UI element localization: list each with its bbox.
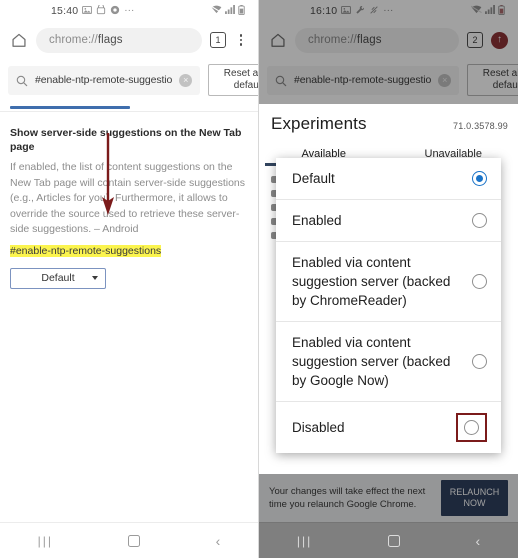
cellular-icon	[225, 5, 235, 17]
flag-id-row: #enable-ntp-remote-suggestions	[10, 241, 248, 259]
flag-description: If enabled, the list of content suggesti…	[10, 161, 246, 235]
experiments-header: Experiments 71.0.3578.99	[259, 104, 518, 136]
right-flag-search-row: #enable-ntp-remote-suggestio × Reset all…	[259, 58, 518, 104]
status-right-group	[470, 4, 509, 18]
address-bar[interactable]: chrome://flags	[295, 27, 459, 53]
tab-counter-button[interactable]: 1	[210, 32, 226, 48]
capture-icon	[96, 3, 106, 18]
dialog-option-label: Enabled via content suggestion server (b…	[292, 335, 451, 388]
back-button[interactable]: ‹	[216, 534, 221, 548]
address-bar[interactable]: chrome://flags	[36, 27, 202, 53]
recents-button[interactable]: |||	[297, 535, 312, 547]
search-query-text: #enable-ntp-remote-suggestio	[294, 74, 432, 86]
tab-counter-button[interactable]: 2	[467, 32, 483, 48]
page-title: Experiments	[271, 114, 367, 133]
kebab-menu-icon[interactable]	[234, 34, 248, 46]
chrome-icon	[110, 5, 120, 18]
url-text-suffix: flags	[356, 34, 382, 46]
reset-all-to-default-button[interactable]: Reset all to default	[208, 64, 258, 96]
relaunch-message: Your changes will take effect the next t…	[269, 486, 426, 510]
image-icon	[341, 5, 352, 18]
left-flag-entry: Show server-side suggestions on the New …	[0, 112, 258, 289]
recents-button[interactable]: |||	[38, 535, 53, 547]
wifi-icon	[210, 5, 222, 17]
relaunch-banner: Your changes will take effect the next t…	[259, 474, 518, 522]
status-right-group	[210, 4, 249, 18]
active-tab-indicator	[10, 106, 130, 109]
dialog-option-enabled-googlenow[interactable]: Enabled via content suggestion server (b…	[276, 322, 501, 402]
reset-all-to-default-button[interactable]: Reset all to default	[467, 64, 518, 96]
dialog-option-label: Default	[292, 171, 335, 186]
status-clock: 15:40	[51, 5, 79, 17]
radio-button[interactable]	[472, 274, 487, 289]
flag-state-value: Default	[41, 272, 75, 284]
search-icon	[16, 74, 28, 87]
home-icon[interactable]	[269, 31, 287, 49]
home-button[interactable]	[387, 534, 400, 547]
home-button[interactable]	[128, 534, 141, 547]
url-text-prefix: chrome://	[308, 34, 357, 46]
tool-icon	[355, 5, 365, 18]
clear-search-icon[interactable]: ×	[438, 73, 452, 87]
left-flag-search-row: #enable-ntp-remote-suggestio × Reset all…	[0, 58, 258, 104]
tab-counter-value: 1	[215, 35, 221, 45]
search-icon	[275, 74, 287, 87]
tab-counter-value: 2	[472, 35, 478, 45]
status-left-group: 16:10 ···	[268, 5, 393, 18]
more-icon: ···	[124, 5, 135, 16]
search-query-text: #enable-ntp-remote-suggestio	[35, 74, 173, 86]
left-tab-underline	[0, 104, 258, 112]
radio-button[interactable]	[472, 354, 487, 369]
left-phone-screen: 15:40 ··· chrome:// flags 1 #enable-ntp-…	[0, 0, 259, 558]
clear-search-icon[interactable]: ×	[179, 73, 193, 87]
flag-state-dialog: Default Enabled Enabled via content sugg…	[276, 158, 501, 453]
right-omnibox-row: chrome://flags 2 ↑	[259, 22, 518, 58]
cellular-icon	[485, 5, 495, 17]
status-left-group: 15:40 ···	[9, 3, 135, 18]
dialog-option-disabled[interactable]: Disabled	[276, 402, 501, 453]
right-phone-screen: 16:10 ··· chrome:// flags 2 ↑ #enable-nt…	[259, 0, 518, 558]
home-icon[interactable]	[10, 31, 28, 49]
search-input[interactable]: #enable-ntp-remote-suggestio ×	[267, 65, 460, 95]
update-badge-icon[interactable]: ↑	[491, 31, 508, 49]
relaunch-now-button[interactable]: RELAUNCH NOW	[441, 480, 508, 516]
radio-button-selected[interactable]	[472, 171, 487, 186]
battery-icon	[498, 4, 505, 18]
radio-button[interactable]	[464, 420, 479, 435]
chevron-down-icon	[92, 276, 98, 280]
dialog-option-label: Enabled via content suggestion server (b…	[292, 255, 451, 308]
dialog-option-label: Disabled	[292, 420, 345, 435]
url-text-suffix: flags	[97, 34, 123, 46]
link-icon	[369, 5, 379, 18]
right-system-nav-bar: ||| ‹	[259, 522, 518, 558]
dialog-option-default[interactable]: Default	[276, 158, 501, 200]
flag-id-highlighted: #enable-ntp-remote-suggestions	[10, 244, 162, 257]
annotation-highlight-box	[456, 413, 487, 442]
more-icon: ···	[383, 5, 394, 16]
flag-title: Show server-side suggestions on the New …	[10, 127, 242, 153]
dialog-option-label: Enabled	[292, 213, 342, 228]
flag-state-dropdown[interactable]: Default	[10, 267, 106, 289]
dialog-option-enabled[interactable]: Enabled	[276, 200, 501, 242]
right-status-bar: 16:10 ···	[259, 0, 518, 22]
left-system-nav-bar: ||| ‹	[0, 522, 258, 558]
left-omnibox-row: chrome://flags 1	[0, 22, 258, 58]
chrome-version-label: 71.0.3578.99	[453, 121, 508, 131]
radio-button[interactable]	[472, 213, 487, 228]
battery-icon	[238, 4, 245, 18]
wifi-icon	[470, 5, 482, 17]
dialog-option-enabled-chromereader[interactable]: Enabled via content suggestion server (b…	[276, 242, 501, 322]
image-icon	[82, 5, 93, 18]
search-input[interactable]: #enable-ntp-remote-suggestio ×	[8, 65, 201, 95]
back-button[interactable]: ‹	[476, 534, 481, 548]
left-status-bar: 15:40 ···	[0, 0, 258, 22]
screenshot-stage: 15:40 ··· chrome:// flags 1 #enable-ntp-…	[0, 0, 518, 558]
url-text-prefix: chrome://	[49, 34, 98, 46]
status-clock: 16:10	[310, 5, 338, 17]
